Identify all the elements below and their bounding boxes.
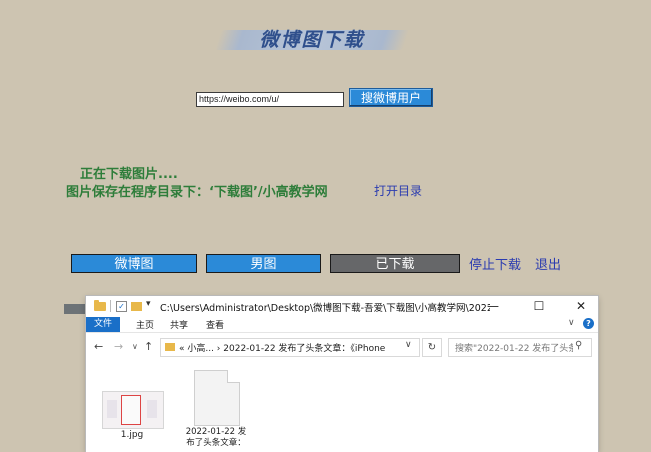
tab-file[interactable]: 文件 bbox=[86, 317, 120, 332]
tab-home[interactable]: 主页 bbox=[136, 318, 154, 331]
tab-weibo-images[interactable]: 微博图 bbox=[71, 254, 197, 273]
open-directory-link[interactable]: 打开目录 bbox=[374, 182, 422, 199]
search-user-button[interactable]: 搜微博用户 bbox=[349, 88, 433, 107]
app-banner: 微博图下载 bbox=[214, 26, 410, 52]
search-placeholder: 搜索"2022-01-22 发布了头条... bbox=[455, 344, 573, 354]
forward-button[interactable]: → bbox=[114, 340, 123, 353]
image-file-icon[interactable] bbox=[102, 391, 164, 429]
document-file-icon[interactable] bbox=[194, 370, 240, 426]
search-icon: ⚲ bbox=[575, 340, 583, 351]
explorer-title: C:\Users\Administrator\Desktop\微博图下载-吾爱\… bbox=[160, 303, 490, 314]
recent-locations-button[interactable]: ∨ bbox=[132, 342, 138, 351]
file-name[interactable]: 1.jpg bbox=[102, 430, 162, 440]
address-path: « 小高... › 2022-01-22 发布了头条文章：《iPhone bbox=[179, 344, 386, 354]
url-input[interactable] bbox=[196, 92, 344, 107]
check-icon[interactable]: ✓ bbox=[116, 301, 127, 312]
help-icon[interactable]: ? bbox=[583, 318, 594, 329]
maximize-button[interactable]: ☐ bbox=[522, 298, 556, 314]
exit-link[interactable]: 退出 bbox=[535, 254, 561, 273]
address-field[interactable]: « 小高... › 2022-01-22 发布了头条文章：《iPhone ∨ bbox=[160, 338, 420, 357]
chevron-down-icon[interactable]: ∨ bbox=[405, 340, 412, 350]
stop-download-link[interactable]: 停止下载 bbox=[469, 254, 521, 273]
folder-icon bbox=[165, 343, 175, 351]
file-explorer-window: ✓ ▾ C:\Users\Administrator\Desktop\微博图下载… bbox=[86, 296, 598, 452]
progress-bar bbox=[64, 304, 88, 314]
tab-downloaded[interactable]: 已下载 bbox=[330, 254, 460, 273]
back-button[interactable]: ← bbox=[94, 340, 103, 353]
explorer-titlebar: ✓ ▾ C:\Users\Administrator\Desktop\微博图下载… bbox=[86, 296, 598, 316]
explorer-ribbon: 文件 主页 共享 查看 ∨ ? bbox=[86, 316, 598, 333]
search-field[interactable]: 搜索"2022-01-22 发布了头条... ⚲ bbox=[448, 338, 592, 357]
expand-ribbon-icon[interactable]: ∨ bbox=[568, 318, 575, 328]
status-downloading: 正在下载图片.... bbox=[80, 167, 178, 182]
tab-share[interactable]: 共享 bbox=[170, 318, 188, 331]
minimize-button[interactable]: — bbox=[476, 298, 510, 314]
tab-male-images[interactable]: 男图 bbox=[206, 254, 321, 273]
status-save-path: 图片保存在程序目录下：‘下载图’/小高教学网 bbox=[66, 185, 328, 200]
tab-view[interactable]: 查看 bbox=[206, 318, 224, 331]
file-name[interactable]: 2022-01-22 发布了头条文章： bbox=[182, 427, 250, 449]
quick-access-dropdown-icon[interactable]: ▾ bbox=[146, 299, 151, 309]
explorer-address-bar: ← → ∨ ↑ « 小高... › 2022-01-22 发布了头条文章：《iP… bbox=[86, 334, 598, 360]
new-folder-icon[interactable] bbox=[131, 302, 142, 311]
app-title: 微博图下载 bbox=[259, 29, 365, 51]
folder-icon bbox=[94, 300, 106, 311]
up-button[interactable]: ↑ bbox=[144, 340, 153, 353]
refresh-button[interactable]: ↻ bbox=[422, 338, 442, 357]
titlebar-divider bbox=[110, 300, 111, 312]
close-button[interactable]: ✕ bbox=[564, 298, 598, 314]
